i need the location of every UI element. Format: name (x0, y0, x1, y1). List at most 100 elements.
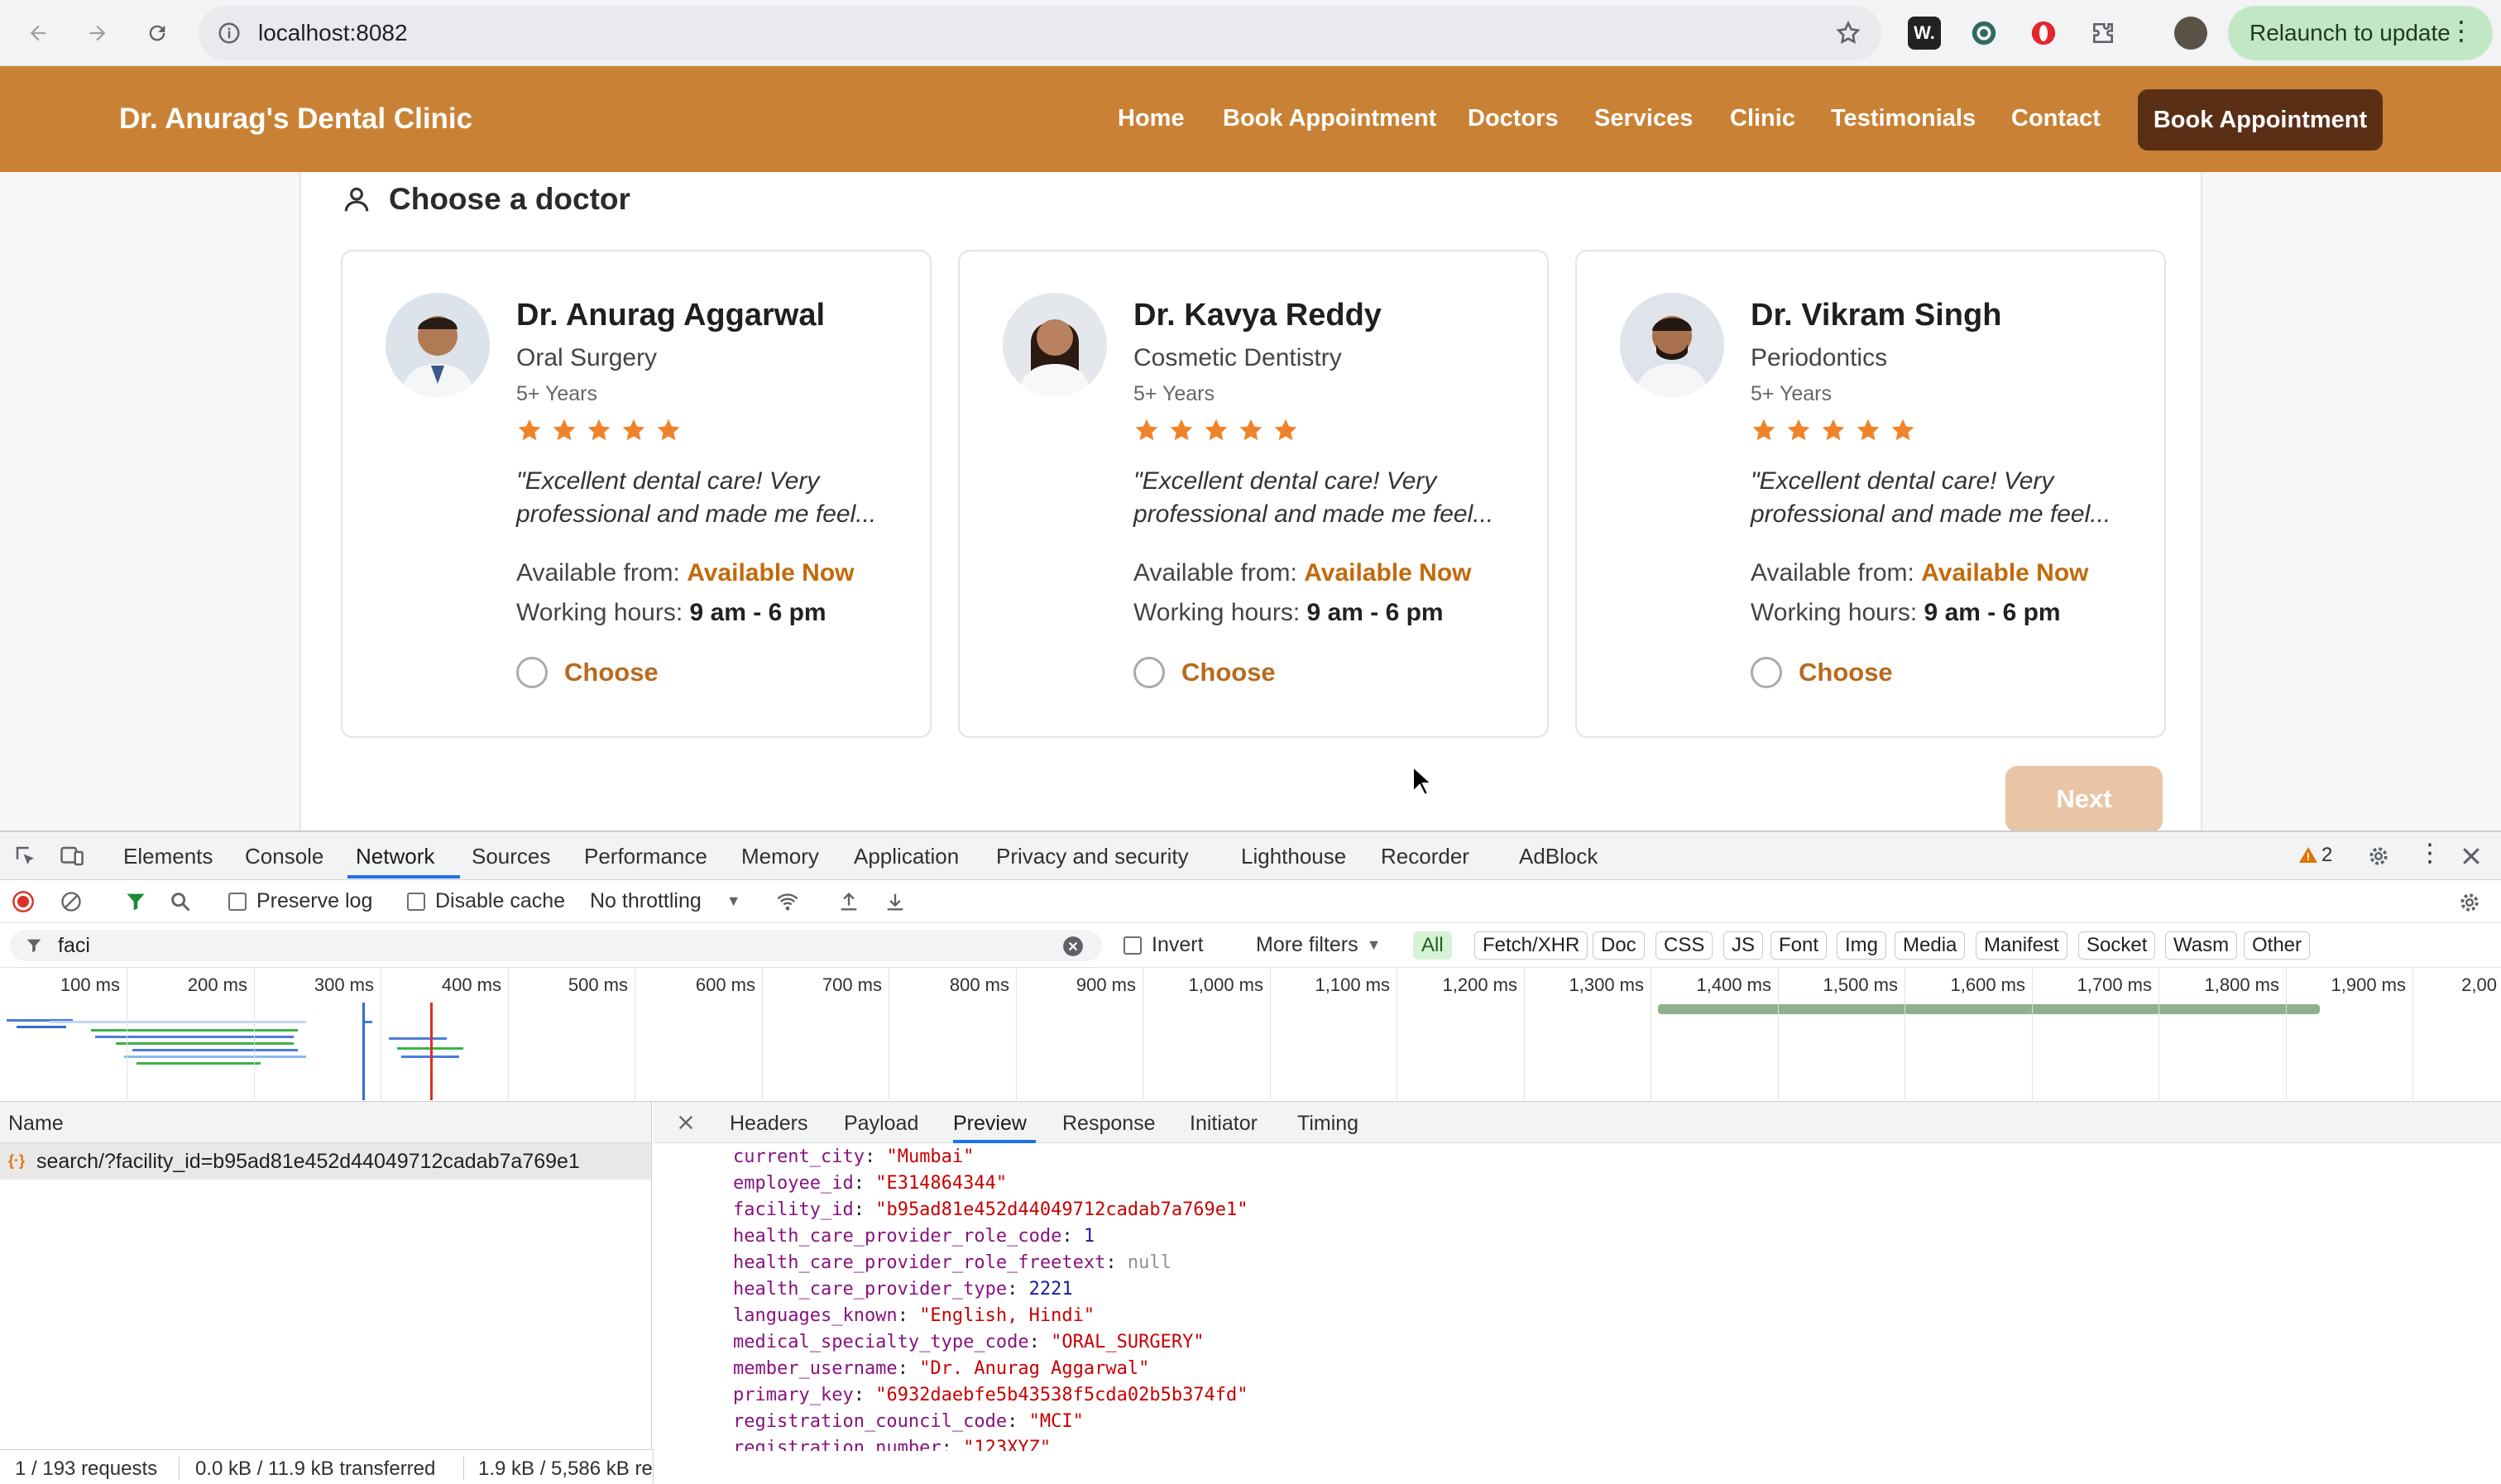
tab-initiator[interactable]: Initiator (1190, 1112, 1258, 1136)
doctor-card[interactable]: Dr. Kavya Reddy Cosmetic Dentistry 5+ Ye… (958, 250, 1549, 738)
choose-label[interactable]: Choose (1181, 658, 1276, 687)
preview-property[interactable]: languages_known: "English, Hindi" (733, 1305, 1095, 1326)
nav-services[interactable]: Services (1594, 105, 1693, 132)
radio-button[interactable] (1133, 657, 1165, 688)
clear-filter-icon[interactable] (1062, 936, 1084, 957)
forward-icon[interactable] (79, 15, 116, 51)
tab-privacy-security[interactable]: Privacy and security (996, 844, 1189, 869)
preview-property[interactable]: health_care_provider_role_code: 1 (733, 1226, 1095, 1247)
tab-elements[interactable]: Elements (123, 844, 213, 869)
export-har-icon[interactable] (884, 890, 907, 913)
preview-property[interactable]: member_username: "Dr. Anurag Aggarwal" (733, 1358, 1149, 1379)
warnings-badge[interactable]: 2 (2298, 844, 2332, 867)
preview-property[interactable]: current_city: "Mumbai" (733, 1147, 974, 1167)
tab-payload[interactable]: Payload (844, 1112, 918, 1136)
checkbox[interactable] (1124, 936, 1142, 955)
extension-opera-icon[interactable] (2027, 17, 2060, 50)
choose-label[interactable]: Choose (1799, 658, 1893, 687)
tab-network[interactable]: Network (356, 844, 434, 869)
filter-type-wasm[interactable]: Wasm (2165, 931, 2238, 960)
settings-gear-icon[interactable] (2366, 844, 2391, 869)
network-conditions-icon[interactable] (774, 890, 801, 913)
filter-type-img[interactable]: Img (1837, 931, 1887, 960)
filter-type-doc[interactable]: Doc (1593, 931, 1645, 960)
address-bar[interactable]: localhost:8082 (199, 6, 1881, 60)
preview-property[interactable]: health_care_provider_type: 2221 (733, 1279, 1073, 1300)
response-preview[interactable]: current_city: "Mumbai" employee_id: "E314… (654, 1143, 2501, 1451)
profile-avatar[interactable] (2174, 17, 2207, 50)
inspect-element-icon[interactable] (13, 844, 38, 869)
filter-icon[interactable] (124, 890, 147, 913)
tab-lighthouse[interactable]: Lighthouse (1241, 844, 1346, 869)
tab-performance[interactable]: Performance (584, 844, 707, 869)
checkbox[interactable] (228, 892, 247, 911)
nav-clinic[interactable]: Clinic (1730, 105, 1795, 132)
tab-adblock[interactable]: AdBlock (1519, 844, 1598, 869)
preview-property[interactable]: health_care_provider_role_freetext: null (733, 1252, 1171, 1273)
search-icon[interactable] (169, 890, 192, 913)
extension-wordpress-icon[interactable] (1967, 17, 2000, 50)
preview-property[interactable]: registration_council_code: "MCI" (733, 1411, 1084, 1432)
preview-property[interactable]: primary_key: "6932daebfe5b43538f5cda02b5… (733, 1385, 1248, 1405)
site-brand[interactable]: Dr. Anurag's Dental Clinic (119, 103, 472, 136)
book-appointment-button[interactable]: Book Appointment (2138, 89, 2383, 151)
record-stop-icon[interactable] (12, 890, 35, 913)
clear-icon[interactable] (60, 890, 83, 913)
checkbox[interactable] (407, 892, 425, 911)
column-name[interactable]: Name (8, 1112, 64, 1136)
nav-home[interactable]: Home (1118, 105, 1185, 132)
preview-property[interactable]: medical_specialty_type_code: "ORAL_SURGE… (733, 1332, 1205, 1352)
filter-type-font[interactable]: Font (1770, 931, 1828, 960)
back-icon[interactable] (20, 15, 56, 51)
tab-memory[interactable]: Memory (741, 844, 819, 869)
more-filters-dropdown[interactable]: More filters ▼ (1256, 933, 1381, 957)
choose-doctor-radio[interactable]: Choose (1133, 657, 1276, 688)
invert-checkbox[interactable]: Invert (1124, 933, 1204, 957)
filter-text[interactable]: faci (58, 934, 90, 958)
close-detail-icon[interactable] (677, 1113, 695, 1132)
devtools-more-icon[interactable]: ⋮ (2417, 839, 2442, 868)
doctor-card[interactable]: Dr. Vikram Singh Periodontics 5+ Years "… (1575, 250, 2166, 738)
bookmark-star-icon[interactable] (1835, 20, 1861, 46)
url-text[interactable]: localhost:8082 (258, 20, 408, 46)
filter-type-other[interactable]: Other (2244, 931, 2311, 960)
import-har-icon[interactable] (837, 890, 860, 913)
filter-type-manifest[interactable]: Manifest (1976, 931, 2067, 960)
preview-property[interactable]: employee_id: "E314864344" (733, 1173, 1007, 1194)
radio-button[interactable] (516, 657, 548, 688)
device-toolbar-icon[interactable] (60, 844, 84, 869)
filter-input[interactable]: faci (10, 930, 1102, 961)
preview-property[interactable]: registration_number: "123XYZ" (733, 1438, 1051, 1451)
network-settings-icon[interactable] (2457, 890, 2482, 915)
tab-application[interactable]: Application (854, 844, 959, 869)
choose-label[interactable]: Choose (564, 658, 659, 687)
doctor-card[interactable]: Dr. Anurag Aggarwal Oral Surgery 5+ Year… (341, 250, 932, 738)
extension-w-icon[interactable]: W. (1908, 17, 1941, 50)
throttling-select[interactable]: No throttling ▼ (590, 889, 741, 913)
tab-sources[interactable]: Sources (472, 844, 550, 869)
filter-type-socket[interactable]: Socket (2078, 931, 2156, 960)
filter-type-all[interactable]: All (1413, 931, 1452, 960)
preview-property[interactable]: facility_id: "b95ad81e452d44049712cadab7… (733, 1199, 1248, 1220)
nav-book-appointment[interactable]: Book Appointment (1223, 105, 1436, 132)
tab-timing[interactable]: Timing (1297, 1112, 1358, 1136)
relaunch-to-update-button[interactable]: Relaunch to update ⋮ (2228, 6, 2493, 60)
choose-doctor-radio[interactable]: Choose (1751, 657, 1893, 688)
preserve-log-checkbox[interactable]: Preserve log (228, 889, 372, 913)
nav-testimonials[interactable]: Testimonials (1831, 105, 1976, 132)
tab-preview[interactable]: Preview (953, 1112, 1027, 1136)
choose-doctor-radio[interactable]: Choose (516, 657, 659, 688)
nav-doctors[interactable]: Doctors (1468, 105, 1559, 132)
close-devtools-icon[interactable] (2459, 844, 2484, 869)
reload-icon[interactable] (139, 15, 175, 51)
radio-button[interactable] (1751, 657, 1782, 688)
tab-headers[interactable]: Headers (730, 1112, 808, 1136)
next-button[interactable]: Next (2005, 766, 2163, 832)
request-name[interactable]: search/?facility_id=b95ad81e452d44049712… (36, 1150, 580, 1174)
network-timeline-overview[interactable]: 100 ms 200 ms 300 ms 400 ms 500 ms 600 ms 700 … (0, 968, 2501, 1102)
extensions-puzzle-icon[interactable] (2087, 17, 2120, 50)
tab-recorder[interactable]: Recorder (1381, 844, 1469, 869)
nav-contact[interactable]: Contact (2011, 105, 2101, 132)
filter-type-css[interactable]: CSS (1655, 931, 1713, 960)
site-info-icon[interactable] (217, 21, 242, 45)
